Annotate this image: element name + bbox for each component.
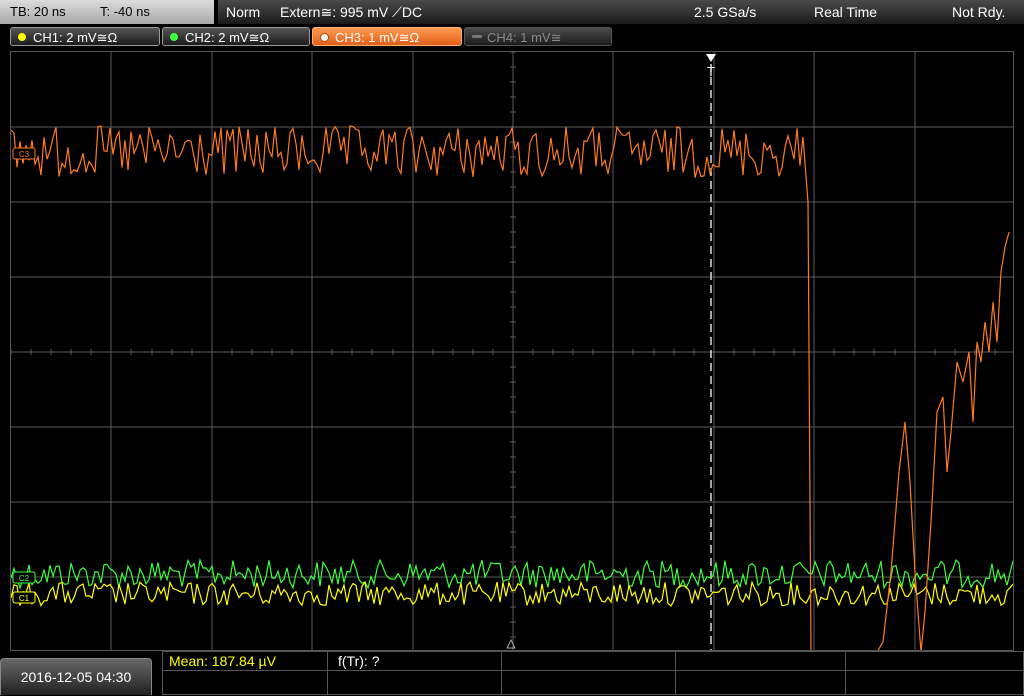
- channel-label: CH1: 2 mV≅Ω: [33, 30, 118, 45]
- timebase-label: TB: 20 ns: [10, 4, 66, 19]
- channel-bar: CH1: 2 mV≅Ω CH2: 2 mV≅Ω CH3: 1 mV≅Ω CH4:…: [0, 24, 1024, 50]
- measurement-cell-empty[interactable]: [846, 671, 1024, 695]
- graticule: [11, 52, 1013, 650]
- ch4-indicator-icon: [472, 35, 482, 38]
- mean-measurement: Mean: 187.84 µV: [169, 653, 276, 669]
- trigger-mode[interactable]: Norm: [226, 0, 260, 24]
- channel-label: CH3: 1 mV≅Ω: [335, 30, 420, 45]
- ch2-indicator-icon: [170, 33, 178, 41]
- channel-tab-ch4[interactable]: CH4: 1 mV≅: [464, 27, 612, 46]
- ch2-trace: [11, 557, 1013, 590]
- channel-tab-ch2[interactable]: CH2: 2 mV≅Ω: [162, 27, 310, 46]
- ch3-indicator-icon: [320, 33, 329, 42]
- channel-tab-ch1[interactable]: CH1: 2 mV≅Ω: [10, 27, 160, 46]
- waveform-display[interactable]: T C3 C2 C1: [10, 51, 1014, 651]
- top-bar: TB: 20 ns T: -40 ns Norm Extern≅: 995 mV…: [0, 0, 1024, 24]
- trigger-label: T: [707, 64, 715, 79]
- ch3-marker-label: C3: [19, 150, 30, 159]
- trigger-offset-label: T: -40 ns: [100, 4, 150, 19]
- measurement-cell-empty[interactable]: [328, 671, 502, 695]
- ch2-offset-marker[interactable]: C2: [12, 571, 36, 584]
- measurement-cell-empty[interactable]: [502, 651, 676, 671]
- ch1-marker-label: C1: [19, 594, 30, 603]
- trigger-source[interactable]: Extern≅: 995 mV ⟋DC: [280, 0, 422, 24]
- measurement-table[interactable]: Mean: 187.84 µV f(Tr): ?: [162, 651, 1024, 695]
- ftr-measurement: f(Tr): ?: [338, 653, 380, 669]
- timebase-box[interactable]: TB: 20 ns T: -40 ns: [0, 0, 214, 24]
- ch3-offset-marker[interactable]: C3: [12, 147, 36, 160]
- measurement-cell-empty[interactable]: [676, 651, 846, 671]
- measurement-cell-empty[interactable]: [162, 671, 328, 695]
- channel-label: CH2: 2 mV≅Ω: [185, 30, 270, 45]
- measurement-cell-empty[interactable]: [502, 671, 676, 695]
- channel-tab-ch3[interactable]: CH3: 1 mV≅Ω: [312, 27, 462, 46]
- measurement-cell-empty[interactable]: [676, 671, 846, 695]
- waveform-svg[interactable]: T C3 C2 C1: [11, 52, 1014, 651]
- ch1-indicator-icon: [18, 33, 26, 41]
- datetime-display: 2016-12-05 04:30: [0, 658, 152, 695]
- channel-label: CH4: 1 mV≅: [487, 30, 562, 45]
- center-marker-icon: [506, 638, 516, 649]
- ch3-trace: [11, 125, 1010, 650]
- status-bar: Norm Extern≅: 995 mV ⟋DC 2.5 GSa/s Real …: [218, 0, 1024, 24]
- measurement-cell-empty[interactable]: [846, 651, 1024, 671]
- ch1-trace: [11, 580, 1013, 608]
- ch1-offset-marker[interactable]: C1: [12, 591, 36, 604]
- ch2-marker-label: C2: [19, 574, 30, 583]
- sample-rate: 2.5 GSa/s: [694, 4, 757, 20]
- acquisition-state: Not Rdy.: [952, 4, 1006, 20]
- bottom-bar: 2016-12-05 04:30 Mean: 187.84 µV f(Tr): …: [0, 651, 1024, 695]
- acquisition-mode: Real Time: [814, 4, 878, 20]
